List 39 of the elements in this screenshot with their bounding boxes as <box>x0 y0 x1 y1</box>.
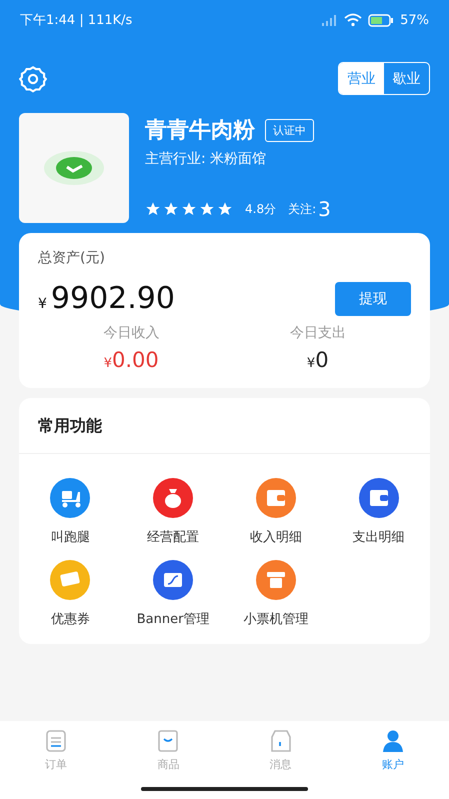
star-icon <box>163 201 179 217</box>
assets-title: 总资产(元) <box>38 250 105 266</box>
follow-count: 3 <box>318 197 331 221</box>
star-icon <box>217 201 233 217</box>
star-icon <box>199 201 215 217</box>
stat-value: 0.00 <box>112 348 159 372</box>
status-time: 下午1:44 | 111K/s <box>20 12 132 29</box>
rating-score: 4.8分 <box>245 200 276 218</box>
currency-symbol: ¥ <box>104 356 112 371</box>
goods-icon <box>156 729 180 753</box>
battery-icon <box>368 14 394 26</box>
wifi-icon <box>344 13 362 27</box>
function-item[interactable]: 收入明细 <box>224 478 328 546</box>
function-item[interactable]: 支出明细 <box>327 478 430 546</box>
function-item[interactable]: 小票机管理 <box>224 560 328 628</box>
function-item[interactable]: 优惠券 <box>19 560 122 628</box>
section-title: 常用功能 <box>38 416 102 435</box>
follow-label: 关注: <box>288 200 316 218</box>
check-icon <box>44 151 104 185</box>
currency-symbol: ¥ <box>306 356 316 371</box>
stat-value: 0 <box>315 348 329 372</box>
battery-percent: 57% <box>400 12 429 28</box>
orders-icon <box>44 729 68 753</box>
stat-label: 今日收入 <box>103 324 160 342</box>
store-name: 青青牛肉粉 <box>145 117 255 145</box>
total-amount: 9902.90 <box>50 281 175 316</box>
stat-label: 今日支出 <box>290 324 346 342</box>
function-item[interactable]: 叫跑腿 <box>19 478 122 546</box>
account-icon <box>380 729 405 753</box>
star-icon <box>145 201 161 217</box>
function-item[interactable]: 经营配置 <box>122 478 224 546</box>
settings-icon[interactable] <box>19 64 47 92</box>
star-icon <box>181 201 197 217</box>
store-icon <box>268 729 293 753</box>
verification-badge: 认证中 <box>265 118 314 142</box>
function-item[interactable]: Banner管理 <box>122 560 224 628</box>
currency-symbol: ¥ <box>38 296 47 312</box>
signal-icon <box>322 14 338 26</box>
store-industry: 主营行业: 米粉面馆 <box>145 150 268 168</box>
